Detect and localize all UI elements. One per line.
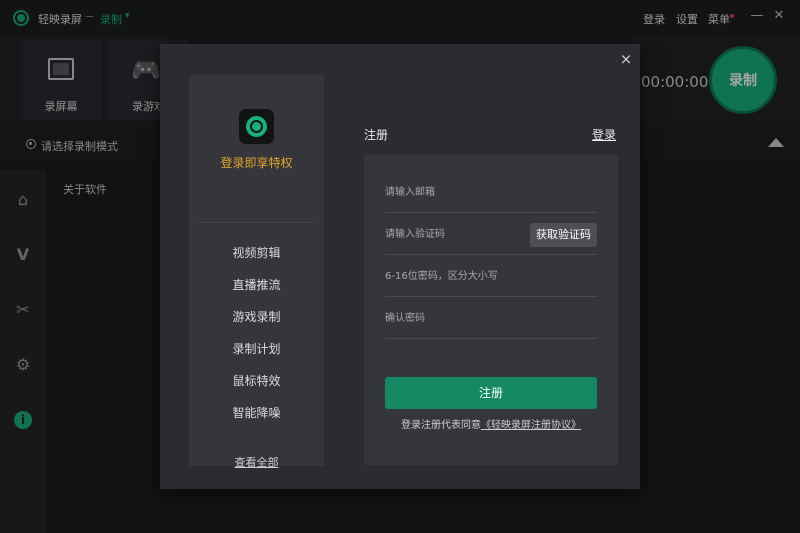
perks-title: 登录即享特权 xyxy=(220,156,293,170)
confirm-password-field[interactable] xyxy=(385,310,525,326)
verification-code-field[interactable] xyxy=(385,226,525,242)
email-field[interactable] xyxy=(385,184,525,200)
perk-item: 直播推流 xyxy=(232,278,281,292)
perks-panel: 登录即享特权 视频剪辑 直播推流 游戏录制 录制计划 鼠标特效 智能降噪 查看全… xyxy=(189,75,324,469)
get-code-button[interactable]: 获取验证码 xyxy=(530,223,597,247)
perk-item: 游戏录制 xyxy=(232,310,281,324)
agreement-link[interactable]: 《轻映录屏注册协议》 xyxy=(481,420,581,431)
email-field-row xyxy=(385,171,597,213)
perk-item: 鼠标特效 xyxy=(232,374,281,388)
perk-item: 视频剪辑 xyxy=(232,246,281,260)
view-all-link[interactable]: 查看全部 xyxy=(189,454,324,470)
tab-login[interactable]: 登录 xyxy=(592,126,616,143)
app-logo-icon xyxy=(239,109,274,144)
perk-item: 录制计划 xyxy=(232,342,281,356)
password-field[interactable] xyxy=(385,268,525,284)
close-icon[interactable]: × xyxy=(617,50,635,68)
register-dialog: × 登录即享特权 视频剪辑 直播推流 游戏录制 录制计划 鼠标特效 智能降噪 查… xyxy=(160,44,640,489)
confirm-password-field-row xyxy=(385,297,597,339)
register-button[interactable]: 注册 xyxy=(385,377,597,409)
agreement-prefix: 登录注册代表同意 xyxy=(401,420,481,431)
tab-register[interactable]: 注册 xyxy=(364,126,388,143)
register-form: 获取验证码 注册 登录注册代表同意《轻映录屏注册协议》 xyxy=(364,155,618,465)
divider xyxy=(199,222,314,223)
perk-item: 智能降噪 xyxy=(232,406,281,420)
agreement-text: 登录注册代表同意《轻映录屏注册协议》 xyxy=(364,416,618,431)
password-field-row xyxy=(385,255,597,297)
code-field-row: 获取验证码 xyxy=(385,213,597,255)
